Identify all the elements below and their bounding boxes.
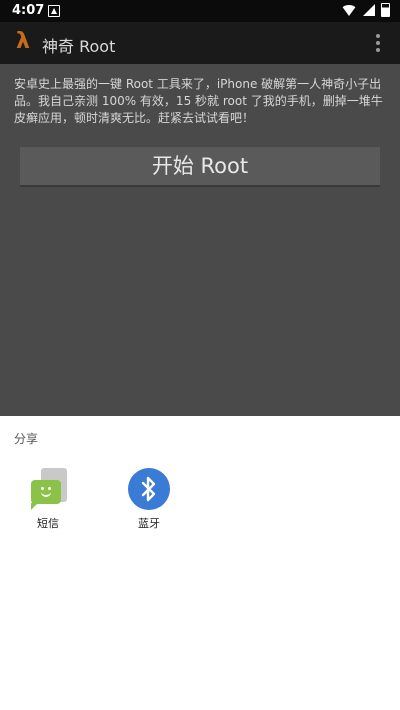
wifi-icon (341, 4, 357, 16)
notification-icon (48, 5, 60, 17)
status-time: 4:07 (12, 3, 45, 18)
start-root-button[interactable]: 开始 Root (20, 147, 380, 187)
overflow-menu-icon[interactable] (376, 34, 380, 52)
share-sheet: 分享 短信 蓝牙 (0, 416, 400, 710)
action-bar: λ 神奇 Root (0, 22, 400, 64)
battery-icon (381, 3, 390, 17)
share-sheet-title: 分享 (14, 432, 39, 446)
status-icons (341, 3, 390, 17)
sms-icon (27, 468, 69, 510)
cell-signal-icon (363, 4, 375, 16)
app-title: 神奇 Root (42, 37, 116, 56)
share-target-bluetooth[interactable]: 蓝牙 (109, 468, 189, 531)
share-target-sms[interactable]: 短信 (8, 468, 88, 531)
description-text: 安卓史上最强的一键 Root 工具来了，iPhone 破解第一人神奇小子出品。我… (14, 77, 383, 125)
main-content: 安卓史上最强的一键 Root 工具来了，iPhone 破解第一人神奇小子出品。我… (0, 64, 400, 416)
bluetooth-icon (128, 468, 170, 510)
share-target-label: 短信 (37, 517, 59, 530)
app-lambda-icon: λ (16, 29, 30, 54)
share-target-label: 蓝牙 (138, 517, 160, 530)
status-bar: 4:07 (0, 0, 400, 22)
